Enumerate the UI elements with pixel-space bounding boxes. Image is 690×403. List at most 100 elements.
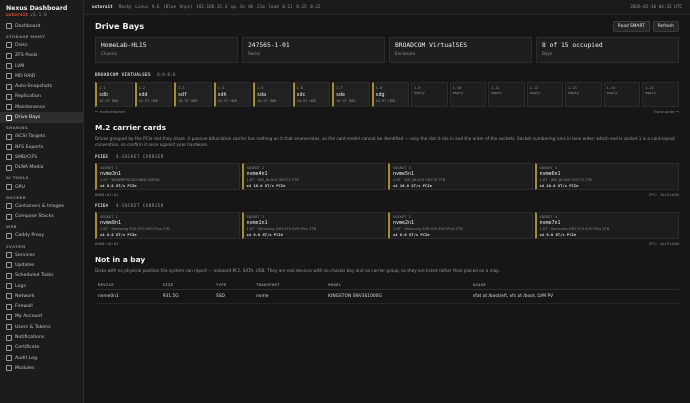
sidebar-item-audit-log[interactable]: Audit Log [0, 353, 83, 363]
drive-bay[interactable]: 1-7 sde 10.9T HDD [332, 82, 370, 107]
socket-model: 1.8T · Samsung SSD 970 EVO Plus 2TB [100, 227, 170, 231]
media-icon [6, 164, 12, 171]
sidebar-item-nfs-exports[interactable]: NFS Exports [0, 142, 83, 152]
drive-bay[interactable]: 1-11 empty [488, 82, 525, 107]
sidebar-item-label: ZFS Pools [15, 53, 38, 59]
sidebar-item-dashboard[interactable]: Dashboard [0, 21, 83, 31]
drive-bay[interactable]: 1-3 sdf 10.9T HDD [174, 82, 212, 107]
socket-link: x4 16.0 GT/s PCIe [539, 183, 579, 188]
bay-number: 1-14 [606, 86, 616, 90]
services-icon [6, 252, 12, 259]
drive-bay[interactable]: 1-4 sdh 10.9T HDD [213, 82, 252, 107]
bay-device: sdc [296, 91, 306, 98]
sidebar-item-users-tokens[interactable]: Users & Tokens [0, 322, 83, 332]
sidebar-item-lvm[interactable]: LVM [0, 61, 83, 71]
sidebar-item-replication[interactable]: Replication [0, 92, 83, 102]
refresh-button[interactable]: Refresh [652, 20, 679, 32]
table-cell: 931.5G [159, 289, 213, 304]
info-card-value: BROADCOM VirtualSES [395, 42, 468, 49]
table-header: DEVICE SIZE TYPE TRANSPORT MODEL USAGE [95, 280, 679, 290]
socket-label: SOCKET 4 [539, 166, 558, 170]
bay-number: 1-4 [217, 86, 225, 90]
socket-model: 1.9T · WDBMP9G0020BNC-WRSN [100, 178, 160, 182]
sidebar-item-my-account[interactable]: My Account [0, 312, 83, 322]
sidebar-section-header: SHARING [6, 125, 29, 131]
sidebar-item-certificate[interactable]: Certificate [0, 343, 83, 353]
log-icon [6, 283, 12, 290]
sidebar-item-label: SMB/CIFS [15, 154, 38, 160]
socket-label: SOCKET 1 [100, 166, 118, 170]
bay-number: 1-7 [336, 86, 343, 90]
sidebar-item-maintenance[interactable]: Maintenance [0, 102, 83, 112]
layers-icon [6, 63, 12, 70]
read-smart-button[interactable]: Read SMART [612, 20, 650, 32]
carrier-socket[interactable]: SOCKET 3 nvme2n1 1.8T · Samsung SSD 970 EV… [388, 212, 533, 239]
carrier-type: 4-SOCKET CARRIER [115, 155, 164, 160]
drive-bay[interactable]: 1-9 empty [411, 82, 448, 107]
sidebar-item-scheduled-tasks[interactable]: Scheduled Tasks [0, 271, 83, 281]
drive-bay[interactable]: 1-10 empty [449, 82, 487, 107]
sidebar-item-label: Containers & Images [15, 203, 65, 209]
bell-icon [6, 334, 12, 341]
sidebar-item-label: Drive Bays [15, 115, 41, 121]
wrench-icon [6, 104, 12, 111]
drive-bay[interactable]: 1-8 sdg 10.9T HDD [371, 82, 410, 107]
bay-number: 1-5 [257, 86, 264, 90]
sidebar-item-notifications[interactable]: Notifications [0, 332, 83, 342]
carrier-socket[interactable]: SOCKET 4 nvme6n1 1.8T · WD_BLACK SN770 2TB… [534, 163, 679, 190]
carrier-socket[interactable]: SOCKET 2 nvme1n1 1.8T · Samsung SSD 970 EV… [241, 212, 386, 239]
carrier-socket[interactable]: SOCKET 1 nvme3n1 1.9T · WDBMP9G0020BNC-WRS… [95, 163, 240, 190]
drive-bay[interactable]: 1-15 empty [642, 82, 679, 107]
sidebar-item-disks[interactable]: Disks [0, 40, 83, 50]
drive-bay[interactable]: 1-2 sdd 10.9T HDD [134, 82, 173, 107]
sidebar-item-logs[interactable]: Logs [0, 281, 83, 291]
info-card: 8 of 15 occupied Bays [536, 37, 679, 63]
sidebar-item-caddy-proxy[interactable]: Caddy Proxy [0, 231, 83, 241]
sidebar-item-md-raid[interactable]: MD RAID [0, 71, 83, 81]
carrier-socket[interactable]: SOCKET 4 nvme7n1 1.8T · Samsung SSD 970 EV… [534, 212, 679, 239]
bay-device: sda [257, 91, 267, 98]
bay-type: empty [414, 91, 425, 95]
drive-bay[interactable]: 1-6 sdc 10.9T HDD [292, 82, 331, 107]
page-title: Drive Bays [95, 21, 145, 31]
table-row[interactable]: nvme0n1 931.5G SSD nvme KINGSTON SNV3S1000G v… [95, 289, 679, 304]
drive-bay[interactable]: 1-1 sdb 10.9T HDD [95, 82, 133, 107]
sidebar-item-dlna-media[interactable]: DLNA Media [0, 163, 83, 173]
sidebar-item-firewall[interactable]: Firewall [0, 302, 83, 312]
carrier-socket[interactable]: SOCKET 2 nvme4n1 1.8T · WD_BLACK SN770 2TB… [241, 163, 386, 190]
socket-model: 1.8T · Samsung SSD 970 EVO Plus 2TB [393, 227, 463, 231]
clock-icon [6, 272, 12, 279]
drive-bay[interactable]: 1-14 empty [603, 82, 641, 107]
user-icon [6, 313, 12, 320]
not-in-bay-table: DEVICE SIZE TYPE TRANSPORT MODEL USAGE nvme0n… [95, 280, 679, 304]
drive-bay[interactable]: 1-5 sda 10.9T HDD [253, 82, 291, 107]
sidebar-item-auto-snapshots[interactable]: Auto-Snapshots [0, 81, 83, 91]
bay-type: 10.9T HDD [257, 98, 277, 103]
socket-device: nvme7n1 [539, 220, 561, 226]
drive-bay[interactable]: 1-13 empty [565, 82, 602, 107]
sidebar-item-containers-images[interactable]: Containers & Images [0, 201, 83, 211]
sidebar-item-compose-stacks[interactable]: Compose Stacks [0, 211, 83, 221]
pcie-slot: PCIE4 [95, 204, 108, 209]
brand: Nexus Dashboard ustorsit v3.1.0 [0, 0, 83, 21]
sidebar-item-updates[interactable]: Updates [0, 260, 83, 270]
socket-device: nvme6n1 [539, 171, 561, 177]
table-cell: nvme [253, 289, 326, 304]
sidebar-item-smb-cifs[interactable]: SMB/CIFS [0, 152, 83, 162]
sidebar-item-services[interactable]: Services [0, 250, 83, 260]
modules-icon [6, 365, 12, 372]
carrier-address: 0000:c0:01 [95, 241, 119, 246]
export-icon [6, 144, 12, 151]
sidebar-item-drive-bays[interactable]: Drive Bays [0, 112, 83, 123]
sidebar-item-network[interactable]: Network [0, 291, 83, 301]
drive-bay[interactable]: 1-12 empty [526, 82, 564, 107]
sidebar-item-zfs-pools[interactable]: ZFS Pools [0, 51, 83, 61]
carrier-socket[interactable]: SOCKET 3 nvme5n1 1.8T · WD_BLACK SN770 2TB… [388, 163, 533, 190]
socket-device: nvme2n1 [393, 220, 415, 226]
socket-model: 1.8T · WD_BLACK SN770 2TB [539, 178, 592, 182]
sidebar-item-iscsi-targets[interactable]: iSCSI Targets [0, 132, 83, 142]
sidebar-item-modules[interactable]: Modules [0, 363, 83, 373]
sidebar-item-gpu[interactable]: GPU [0, 182, 83, 192]
socket-model: 1.8T · Samsung SSD 970 EVO Plus 2TB [246, 227, 317, 231]
carrier-socket[interactable]: SOCKET 1 nvme8n1 1.8T · Samsung SSD 970 EV… [95, 212, 240, 239]
